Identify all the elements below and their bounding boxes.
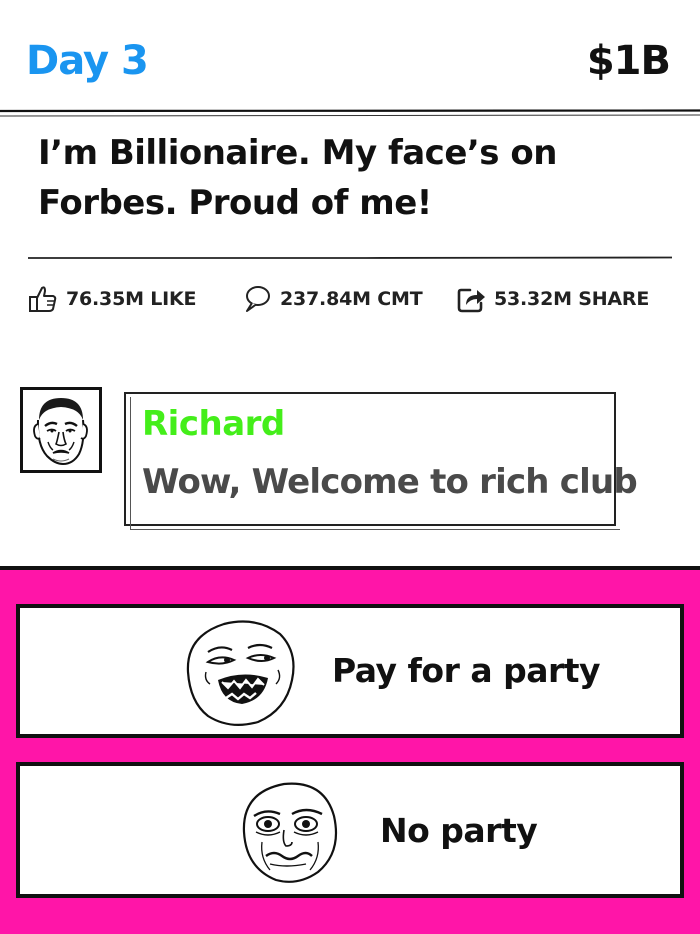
post-text: I’m Billionaire. My face’s on Forbes. Pr… [38,133,557,223]
day-counter: Day 3 [26,38,149,84]
choices-panel: Pay for a party No party [0,566,700,934]
me-gusta-face-icon [242,782,338,883]
game-screen: Day 3 $1B I’m Billionaire. My face’s on … [0,0,700,934]
rage-face-avatar-icon [33,398,88,466]
likes-stat: 76.35M LIKE [28,282,197,316]
choice-no-party-button[interactable]: No party [16,762,684,898]
choice-pay-for-party-button[interactable]: Pay for a party [16,604,684,738]
likes-count: 76.35M LIKE [66,288,197,310]
thumbs-up-icon [29,286,57,312]
commenter-avatar [20,387,102,473]
comment-text: Wow, Welcome to rich club [142,462,638,502]
sweet-jesus-face-icon [186,620,295,727]
comment-bubble: Richard Wow, Welcome to rich club [124,392,638,530]
choice-label: Pay for a party [332,651,601,690]
money-balance: $1B [586,38,671,84]
comments-count: 237.84M CMT [280,288,423,310]
post-divider [28,256,672,259]
speech-bubble-icon [246,286,270,312]
comments-stat: 237.84M CMT [242,282,423,316]
shares-count: 53.32M SHARE [494,288,650,310]
commenter-name: Richard [142,404,285,444]
shares-stat: 53.32M SHARE [456,282,649,316]
share-arrow-icon [457,288,485,313]
header-divider [0,109,700,117]
choice-label: No party [380,811,538,850]
